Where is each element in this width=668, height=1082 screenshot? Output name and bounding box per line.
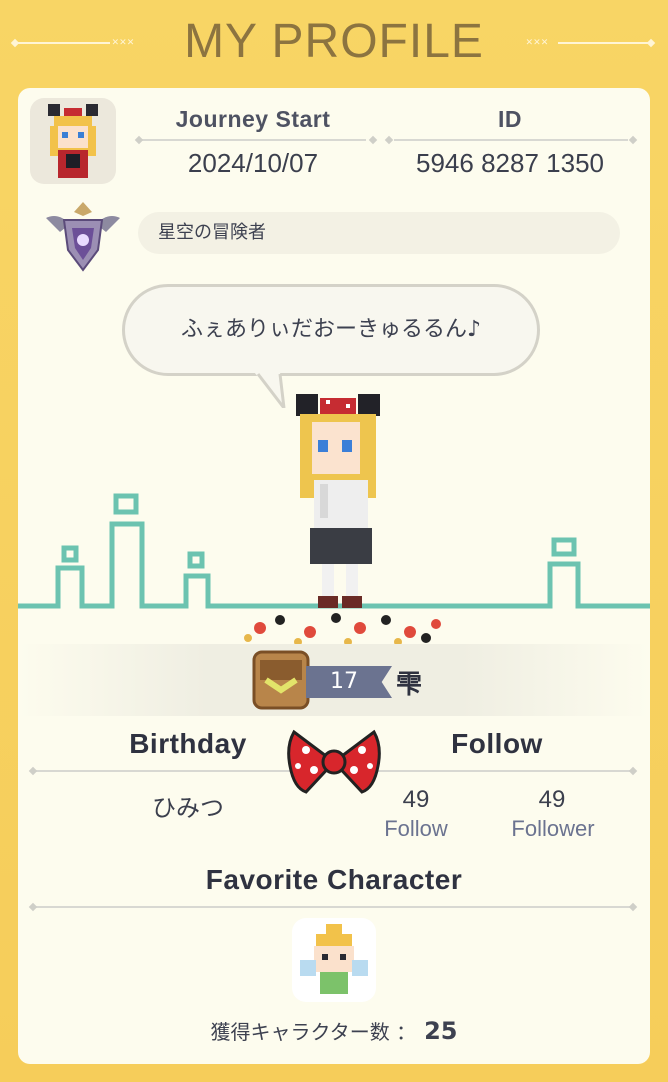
follower-count[interactable]: 49: [502, 786, 602, 814]
journey-divider: [142, 139, 366, 141]
id-divider: [394, 139, 628, 141]
profile-panel: Journey Start 2024/10/07 ID 5946 8287 13…: [18, 88, 650, 1064]
player-character[interactable]: [290, 384, 390, 624]
id-label: ID: [498, 106, 522, 132]
follow-label: Follow: [451, 728, 543, 759]
birthday-value: ひみつ: [152, 795, 224, 822]
follower-count-label[interactable]: Follower: [488, 816, 618, 842]
character-count-value: 25: [424, 1017, 458, 1045]
divider-dot: [628, 902, 638, 912]
profile-frame: ✕✕✕ ✕✕✕ MY PROFILE Journey Start 2024/10…: [0, 0, 668, 1082]
divider-dot: [628, 766, 638, 776]
character-count: 獲得キャラクター数 ： 25: [18, 1016, 650, 1045]
bubble-tail: [254, 372, 286, 408]
divider-dot: [28, 766, 38, 776]
divider-dot: [368, 135, 378, 145]
avatar-icon: [48, 104, 98, 178]
journey-start-date: 2024/10/07: [187, 148, 319, 178]
divider-dot: [384, 135, 394, 145]
favorite-character[interactable]: [292, 918, 376, 1002]
page-title: MY PROFILE: [184, 15, 484, 68]
favorite-divider: [34, 906, 634, 908]
player-id: 5946 8287 1350: [416, 148, 604, 178]
divider-dot: [134, 135, 144, 145]
floor-decoration: [244, 613, 441, 646]
level-badge-icon: [252, 650, 310, 710]
journey-start-label: Journey Start: [175, 106, 331, 132]
title-bar: ✕✕✕ ✕✕✕ MY PROFILE: [0, 0, 668, 86]
avatar[interactable]: [30, 98, 116, 184]
player-name: 雫: [396, 670, 423, 700]
rank-badge-icon[interactable]: [40, 198, 126, 274]
fairy-character-icon: [300, 924, 368, 994]
divider-dot: [28, 902, 38, 912]
favorite-character-label: Favorite Character: [205, 864, 463, 895]
player-title: 星空の冒険者: [138, 212, 620, 254]
greeting-bubble: ふぇありぃだおーきゅるるん♪: [122, 284, 540, 376]
divider-dot: [628, 135, 638, 145]
birthday-label: Birthday: [129, 728, 247, 759]
level-number: 17: [306, 666, 392, 698]
follow-count-label[interactable]: Follow: [356, 816, 476, 842]
character-count-label: 獲得キャラクター数 ：: [210, 1020, 417, 1044]
follow-count[interactable]: 49: [366, 786, 466, 814]
